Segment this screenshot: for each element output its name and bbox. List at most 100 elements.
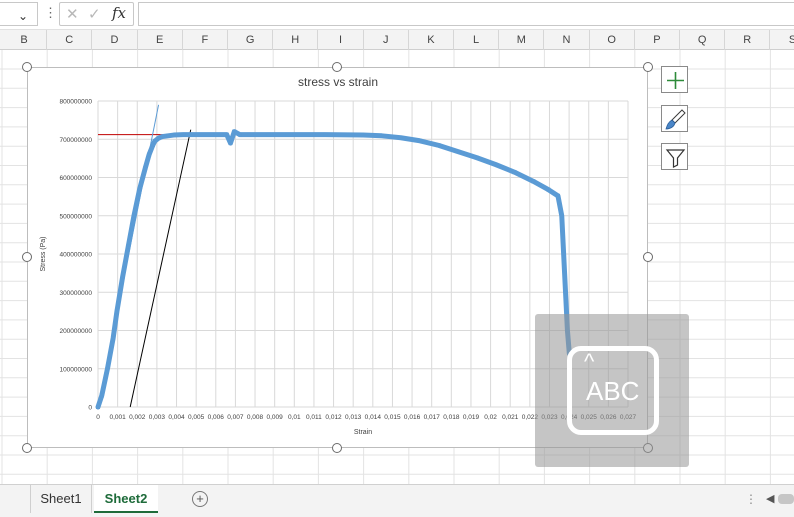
data-point [379, 133, 384, 138]
data-point [563, 290, 568, 295]
data-point [247, 132, 252, 137]
y-tick-label: 200000000 [59, 328, 92, 335]
y-tick-label: 100000000 [59, 366, 92, 373]
column-header-i[interactable]: I [318, 30, 364, 50]
y-tick-label: 400000000 [59, 252, 92, 259]
x-tick-label: 0,007 [227, 414, 244, 421]
horizontal-scrollbar[interactable] [778, 494, 794, 504]
sheet-tab-sheet1[interactable]: Sheet1 [30, 485, 92, 513]
data-point [171, 133, 176, 138]
chevron-down-icon[interactable]: ⌄ [18, 9, 28, 23]
x-tick-label: 0,008 [247, 414, 264, 421]
data-point [150, 142, 155, 147]
sheet-tab-bar: Sheet1 Sheet2 + ⋮ ◀ [0, 484, 794, 517]
column-header-k[interactable]: K [409, 30, 454, 50]
x-axis-label: Strain [354, 429, 372, 436]
data-point [166, 133, 171, 138]
data-point [126, 244, 131, 249]
column-header-j[interactable]: J [364, 30, 409, 50]
resize-handle-left[interactable] [22, 252, 32, 262]
column-header-q[interactable]: Q [680, 30, 726, 50]
resize-handle-bottom[interactable] [332, 443, 342, 453]
data-point [114, 309, 119, 314]
sheet-tab-sheet2[interactable]: Sheet2 [94, 485, 158, 513]
y-tick-label: 800000000 [59, 99, 92, 106]
column-header-m[interactable]: M [499, 30, 545, 50]
data-point [105, 366, 110, 371]
resize-handle-top[interactable] [332, 62, 342, 72]
chart-filters-button[interactable] [661, 143, 688, 170]
data-point [474, 155, 479, 160]
x-tick-label: 0,012 [325, 414, 342, 421]
chart-styles-button[interactable] [661, 105, 688, 132]
x-tick-label: 0,001 [109, 414, 126, 421]
data-point [455, 149, 460, 154]
column-header-s[interactable]: S [770, 30, 794, 50]
text-select-icon: ^ ABC [567, 346, 659, 435]
column-header-r[interactable]: R [725, 30, 771, 50]
column-header-e[interactable]: E [138, 30, 183, 50]
y-axis-label: Stress (Pa) [40, 236, 47, 271]
column-header-p[interactable]: P [635, 30, 680, 50]
formula-input[interactable] [138, 2, 794, 26]
plus-icon [667, 72, 684, 89]
data-point [323, 132, 328, 137]
more-options-icon[interactable]: ⋮ [745, 492, 757, 506]
text-recognition-overlay[interactable]: ^ ABC [535, 314, 689, 467]
data-point [228, 141, 233, 146]
resize-handle-bottom-left[interactable] [22, 443, 32, 453]
column-headers: BCDEFGHIJKLMNOPQRS [0, 30, 794, 50]
data-point [546, 187, 551, 192]
chart-elements-button[interactable] [661, 66, 688, 93]
data-point [120, 274, 125, 279]
x-tick-label: 0,011 [306, 414, 322, 421]
data-point [181, 132, 186, 137]
x-tick-label: 0,017 [424, 414, 441, 421]
chart-title: stress vs strain [298, 75, 378, 89]
data-point [111, 336, 116, 341]
resize-handle-top-left[interactable] [22, 62, 32, 72]
add-sheet-icon[interactable]: + [192, 491, 208, 507]
y-tick-label: 0 [88, 405, 92, 412]
y-tick-label: 300000000 [59, 290, 92, 297]
formula-bar: ⌄ ⋮ ✕ ✓ fx [0, 0, 794, 30]
data-point [531, 179, 536, 184]
resize-handle-right[interactable] [643, 252, 653, 262]
column-header-b[interactable]: B [2, 30, 48, 50]
data-point [493, 162, 498, 167]
column-header-c[interactable]: C [47, 30, 93, 50]
data-point [561, 252, 566, 256]
data-point [436, 143, 441, 148]
column-header-g[interactable]: G [228, 30, 274, 50]
x-tick-label: 0,006 [208, 414, 225, 421]
caret-icon: ^ [584, 349, 595, 374]
x-tick-label: 0,003 [149, 414, 166, 421]
scroll-left-icon[interactable]: ◀ [766, 492, 774, 505]
data-point [152, 139, 157, 144]
column-header-o[interactable]: O [590, 30, 635, 50]
data-point [209, 132, 214, 137]
y-tick-label: 600000000 [59, 175, 92, 182]
column-header-n[interactable]: N [544, 30, 590, 50]
enter-icon[interactable]: ✓ [88, 5, 101, 23]
data-point [143, 165, 148, 170]
cancel-icon[interactable]: ✕ [66, 5, 79, 23]
insert-function-icon[interactable]: fx [112, 4, 126, 22]
more-options-icon[interactable]: ⋮ [44, 5, 57, 21]
data-point [147, 152, 152, 157]
x-tick-label: 0,015 [384, 414, 401, 421]
column-header-f[interactable]: F [183, 30, 228, 50]
column-header-l[interactable]: L [454, 30, 500, 50]
guide-line-2 [129, 129, 192, 408]
name-box[interactable]: ⌄ [0, 2, 38, 26]
column-header-h[interactable]: H [273, 30, 319, 50]
brush-icon [665, 109, 686, 130]
x-tick-label: 0,016 [404, 414, 421, 421]
x-tick-label: 0,021 [502, 414, 519, 421]
data-point [137, 186, 142, 191]
resize-handle-top-right[interactable] [643, 62, 653, 72]
data-point [232, 129, 237, 134]
y-tick-label: 500000000 [59, 213, 92, 220]
x-tick-label: 0 [96, 414, 100, 421]
column-header-d[interactable]: D [92, 30, 138, 50]
